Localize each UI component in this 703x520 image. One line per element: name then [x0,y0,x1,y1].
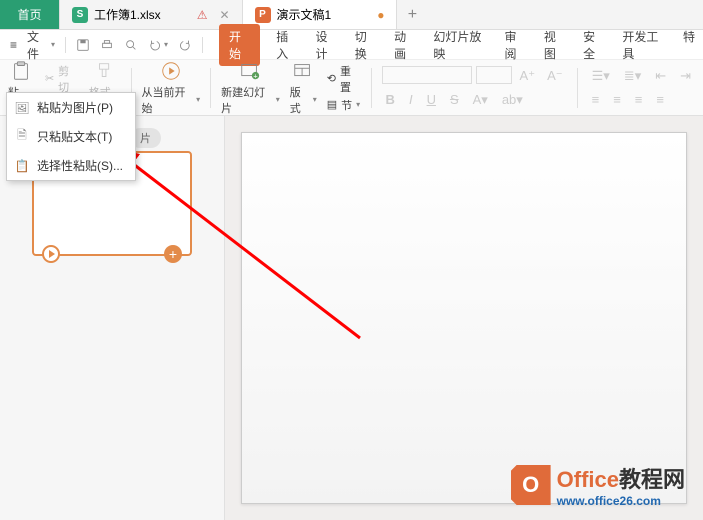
hamburger-menu[interactable]: ≡ [6,36,21,54]
watermark-url: www.office26.com [557,494,685,508]
qat-preview-icon[interactable] [120,36,142,54]
chevron-down-icon: ▾ [313,95,317,104]
qat-print-icon[interactable] [96,36,118,54]
watermark-logo-icon: O [511,465,551,505]
ribbon-tab-security[interactable]: 安全 [581,24,606,66]
ribbon-tab-slideshow[interactable]: 幻灯片放映 [431,24,488,66]
presentation-icon: P [255,7,271,23]
paste-special-label: 选择性粘贴(S)... [37,157,123,174]
svg-text:+: + [254,71,258,80]
tab-workbook-label: 工作簿1.xlsx [94,6,161,23]
decrease-font-icon[interactable]: A⁻ [543,66,567,86]
align-right-icon[interactable]: ≡ [631,90,647,109]
new-slide-icon: + [239,60,261,82]
ribbon-tab-animation[interactable]: 动画 [392,24,417,66]
bold-button[interactable]: B [382,90,399,110]
ribbon-tab-developer[interactable]: 开发工具 [620,24,667,66]
ribbon-tab-design[interactable]: 设计 [314,24,339,66]
font-size-select[interactable] [476,66,512,84]
from-beginning-button[interactable]: 从当前开始▾ [142,60,201,116]
modified-dot-icon: ● [377,8,384,22]
font-color-button[interactable]: A▾ [469,90,492,110]
indent-dec-icon[interactable]: ⇤ [651,66,670,86]
separator [65,37,66,53]
bullets-icon[interactable]: ☰▾ [588,66,614,86]
slide-canvas[interactable] [241,132,687,504]
scissors-icon: ✂ [45,72,54,85]
paste-as-picture-label: 粘贴为图片(P) [37,99,113,116]
ribbon-tab-view[interactable]: 视图 [542,24,567,66]
italic-button[interactable]: I [405,90,417,110]
paste-dropdown-menu: 🖼 粘贴为图片(P) 🗎 只粘贴文本(T) 📋 选择性粘贴(S)... [6,92,136,181]
chevron-down-icon: ▾ [276,95,280,104]
slide-small-buttons: ⟲ 重置 ▤ 节 ▾ [327,63,361,113]
tab-workbook[interactable]: S 工作簿1.xlsx ⚠ ✕ [60,0,243,29]
cut-button[interactable]: ✂ 剪切 [45,63,79,95]
ribbon-tab-more[interactable]: 特 [681,24,697,66]
chevron-down-icon: ▾ [51,40,55,49]
watermark: O Office教程网 www.office26.com [511,462,685,508]
watermark-brand: Office教程网 [557,467,685,492]
separator [210,68,211,108]
tab-home-label: 首页 [17,6,41,23]
section-icon: ▤ [327,98,337,111]
file-menu-label: 文件 [27,28,49,62]
align-center-icon[interactable]: ≡ [609,90,625,109]
new-slide-label: 新建幻灯片 [221,84,274,116]
file-menu[interactable]: 文件 ▾ [23,26,59,64]
from-beginning-label: 从当前开始 [142,84,195,116]
increase-font-icon[interactable]: A⁺ [516,66,540,86]
align-left-icon[interactable]: ≡ [588,90,604,109]
paste-text-only-item[interactable]: 🗎 只粘贴文本(T) [7,122,135,151]
text-icon: 🗎 [15,130,29,144]
qat-save-icon[interactable] [72,36,94,54]
strike-button[interactable]: S [446,90,463,110]
font-group: A⁺ A⁻ B I U S A▾ ab▾ [382,66,567,110]
layout-button[interactable]: 版式▾ [290,60,317,116]
paste-special-item[interactable]: 📋 选择性粘贴(S)... [7,151,135,180]
picture-icon: 🖼 [15,101,29,115]
underline-button[interactable]: U [423,90,440,110]
reset-icon: ⟲ [327,72,336,85]
separator [371,68,372,108]
tab-presentation-label: 演示文稿1 [277,6,332,23]
layout-icon [292,60,314,82]
close-icon[interactable]: ✕ [219,8,229,22]
chevron-down-icon: ▾ [356,100,360,109]
play-thumb-icon[interactable] [42,245,60,263]
brush-icon [94,60,116,82]
section-label: 节 [341,97,352,113]
ribbon-tab-review[interactable]: 审阅 [503,24,528,66]
font-family-select[interactable] [382,66,472,84]
spreadsheet-icon: S [72,7,88,23]
separator [577,68,578,108]
section-button[interactable]: ▤ 节 ▾ [327,97,361,113]
warning-icon: ⚠ [197,8,208,22]
layout-label: 版式 [290,84,311,116]
ribbon-tab-transition[interactable]: 切换 [353,24,378,66]
chevron-down-icon: ▾ [196,95,200,104]
reset-label: 重置 [340,63,361,95]
menubar: ≡ 文件 ▾ ▾ 开始 插入 设计 切换 动画 幻灯片放映 审阅 视图 安全 开… [0,30,703,60]
paste-text-only-label: 只粘贴文本(T) [37,128,112,145]
slide-canvas-area [225,116,703,520]
chevron-down-icon: ▾ [164,40,168,49]
highlight-button[interactable]: ab▾ [498,90,527,110]
play-icon [160,60,182,82]
clipboard-icon [10,60,32,82]
new-slide-button[interactable]: + 新建幻灯片▾ [221,60,280,116]
clipboard-icon: 📋 [15,159,29,173]
indent-inc-icon[interactable]: ⇥ [676,66,695,86]
add-thumb-icon[interactable]: + [164,245,182,263]
qat-redo-icon[interactable] [174,36,196,54]
cut-label: 剪切 [58,63,79,95]
align-justify-icon[interactable]: ≡ [652,90,668,109]
reset-button[interactable]: ⟲ 重置 [327,63,361,95]
qat-undo-icon[interactable]: ▾ [144,36,172,54]
paragraph-group: ☰▾ ≣▾ ⇤ ⇥ ≡ ≡ ≡ ≡ [588,66,695,109]
separator [202,37,203,53]
numbering-icon[interactable]: ≣▾ [620,66,645,86]
paste-as-picture-item[interactable]: 🖼 粘贴为图片(P) [7,93,135,122]
